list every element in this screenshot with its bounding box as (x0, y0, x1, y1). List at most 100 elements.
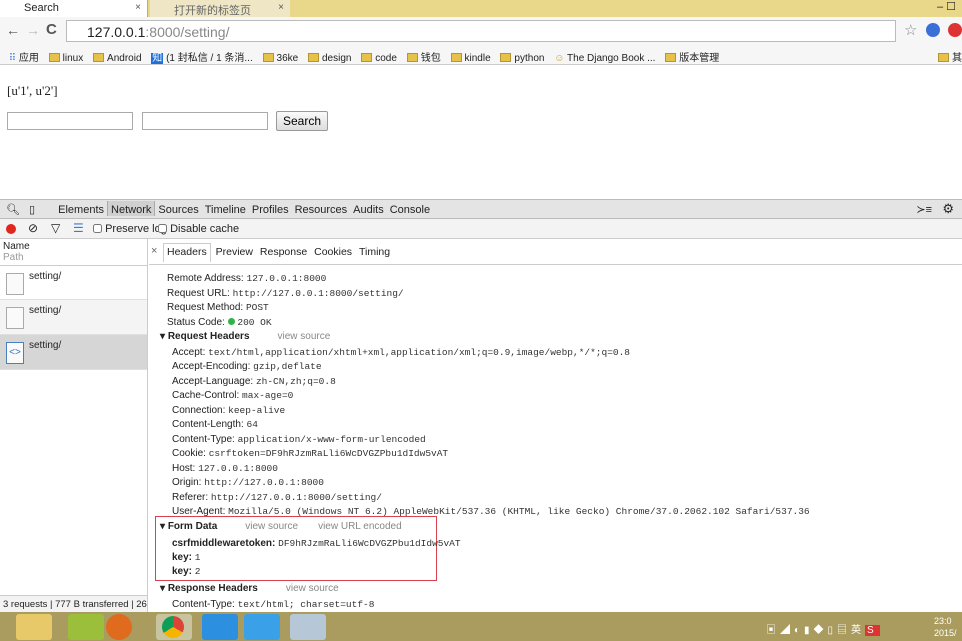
bookmark-folder[interactable]: design (308, 49, 351, 64)
window-controls[interactable]: – ☐ (937, 0, 956, 13)
tab-timing[interactable]: Timing (357, 246, 392, 258)
device-mode-icon[interactable]: ▯ (26, 200, 38, 216)
bookmark-folder[interactable]: kindle (450, 49, 491, 64)
clock[interactable]: 23:0 2015/ (934, 615, 957, 639)
clear-icon[interactable]: ⊘ (28, 221, 38, 235)
record-icon[interactable] (6, 224, 16, 234)
drawer-icon[interactable]: ≻≡ (916, 203, 932, 216)
header-value: http://127.0.0.1:8000/setting/ (210, 491, 382, 503)
checkbox[interactable] (158, 224, 167, 233)
form-value: DF9hRJzmRaLli6WcDVGZPbu1dIdw5vAT (278, 538, 461, 549)
column-name-header[interactable]: Name (3, 241, 30, 252)
header-key: Host: (172, 462, 196, 474)
panel-console[interactable]: Console (387, 201, 433, 216)
app-icon[interactable] (244, 614, 280, 640)
header-value: application/x-www-form-urlencoded (237, 433, 426, 445)
bookmark-folder[interactable]: python (500, 49, 544, 64)
close-detail-icon[interactable]: × (151, 245, 157, 257)
tab-cookies[interactable]: Cookies (312, 246, 354, 258)
panel-audits[interactable]: Audits (350, 201, 387, 216)
adblock-icon[interactable] (948, 23, 962, 37)
request-headers-section[interactable]: ▾ Request Headers view source (160, 331, 330, 342)
bookmark-django[interactable]: ☺ The Django Book ... (554, 49, 655, 64)
bookmarks-bar: ⠿ 应用 linux Android 知 (1 封私信 / 1 条消... 36… (0, 45, 962, 65)
bookmark-folder[interactable]: 版本管理 (665, 45, 719, 64)
system-tray[interactable]: ▣◢◐▮◆▯▤英 S (766, 621, 880, 636)
bookmark-other[interactable]: 其 (938, 49, 962, 64)
bookmark-folder[interactable]: 36ke (262, 49, 299, 64)
tab-preview[interactable]: Preview (214, 246, 255, 258)
tab-headers[interactable]: Headers (163, 243, 211, 262)
tab-search[interactable]: Search × (0, 0, 148, 17)
key-input-2[interactable] (142, 112, 268, 130)
bookmark-label: 应用 (18, 53, 39, 64)
disable-cache-checkbox[interactable]: Disable cache (158, 223, 239, 235)
header-key: Origin: (172, 477, 202, 489)
header-row: Content-Type: application/x-www-form-url… (172, 434, 426, 445)
search-button[interactable]: Search (276, 111, 329, 131)
forward-icon[interactable]: → (26, 22, 40, 38)
bookmark-folder[interactable]: Android (93, 49, 142, 64)
bookmark-label: 版本管理 (679, 53, 720, 64)
view-source-link[interactable]: view source (245, 521, 298, 532)
request-row-selected[interactable]: <> setting/ (0, 335, 147, 370)
inspect-icon[interactable]: 🔍︎ (0, 200, 23, 216)
list-view-icon[interactable]: ☰ (73, 221, 84, 235)
extension-icon[interactable] (926, 23, 940, 37)
zhihu-icon: 知 (151, 53, 164, 64)
checkbox[interactable] (93, 224, 102, 233)
request-row[interactable]: setting/ (0, 300, 147, 335)
header-row: Host: 127.0.0.1:8000 (172, 463, 278, 474)
clock-time: 23:0 (934, 616, 952, 626)
apps-icon: ⠿ (8, 53, 19, 64)
header-key: Cache-Control: (172, 390, 240, 402)
panel-resources[interactable]: Resources (292, 201, 351, 216)
panel-network[interactable]: Network (107, 201, 156, 216)
url-input[interactable]: 127.0.0.1:8000/setting/ (66, 20, 896, 42)
form-data-section[interactable]: ▾ Form Data view source view URL encoded (160, 521, 402, 532)
preserve-log-checkbox[interactable]: Preserve log (93, 223, 167, 235)
chrome-icon[interactable] (156, 614, 192, 640)
key-input-1[interactable] (7, 112, 133, 130)
bookmark-folder[interactable]: linux (48, 49, 83, 64)
bookmark-folder[interactable]: code (361, 49, 397, 64)
bookmark-apps[interactable]: ⠿ 应用 (9, 45, 39, 64)
folder-icon (48, 53, 60, 62)
app-icon[interactable] (68, 614, 104, 640)
bookmark-folder[interactable]: 钱包 (406, 45, 441, 64)
header-row: Accept: text/html,application/xhtml+xml,… (172, 347, 630, 358)
close-tab-icon[interactable]: × (135, 2, 141, 13)
panel-timeline[interactable]: Timeline (202, 201, 249, 216)
view-source-link[interactable]: view source (278, 331, 331, 342)
tab-response[interactable]: Response (258, 246, 309, 258)
file-explorer-icon[interactable] (16, 614, 52, 640)
paint-icon[interactable] (290, 614, 326, 640)
star-icon[interactable]: ☆ (904, 21, 917, 39)
header-value: 127.0.0.1:8000 (246, 273, 327, 284)
header-value: http://127.0.0.1:8000/setting/ (232, 288, 404, 299)
close-tab-icon[interactable]: × (278, 2, 284, 13)
gear-icon[interactable]: ⚙ (942, 201, 954, 217)
tab-new-tab[interactable]: 打开新的标签页 × (150, 0, 290, 17)
header-value: POST (245, 302, 269, 313)
response-headers-section[interactable]: ▾ Response Headers view source (160, 583, 339, 594)
view-source-link[interactable]: view source (286, 583, 339, 594)
back-icon[interactable]: ← (6, 22, 20, 38)
status-ok-icon (227, 318, 235, 325)
document-icon (6, 307, 24, 329)
header-key: Remote Address: (167, 273, 244, 284)
bookmark-label: 36ke (276, 53, 299, 64)
reload-icon[interactable]: C (46, 21, 57, 38)
panel-elements[interactable]: Elements (55, 201, 107, 216)
app-icon[interactable] (202, 614, 238, 640)
panel-sources[interactable]: Sources (155, 201, 201, 216)
firefox-icon[interactable] (106, 614, 132, 640)
bookmark-zhihu[interactable]: 知 (1 封私信 / 1 条消... (151, 45, 253, 64)
request-row[interactable]: setting/ (0, 265, 147, 300)
request-name: setting/ (29, 340, 62, 351)
page-content: [u'1', u'2'] Search (0, 65, 962, 198)
filter-icon[interactable]: ▽ (51, 221, 60, 235)
view-url-encoded-link[interactable]: view URL encoded (318, 521, 402, 532)
panel-profiles[interactable]: Profiles (249, 201, 292, 216)
checkbox-label: Disable cache (170, 223, 240, 235)
